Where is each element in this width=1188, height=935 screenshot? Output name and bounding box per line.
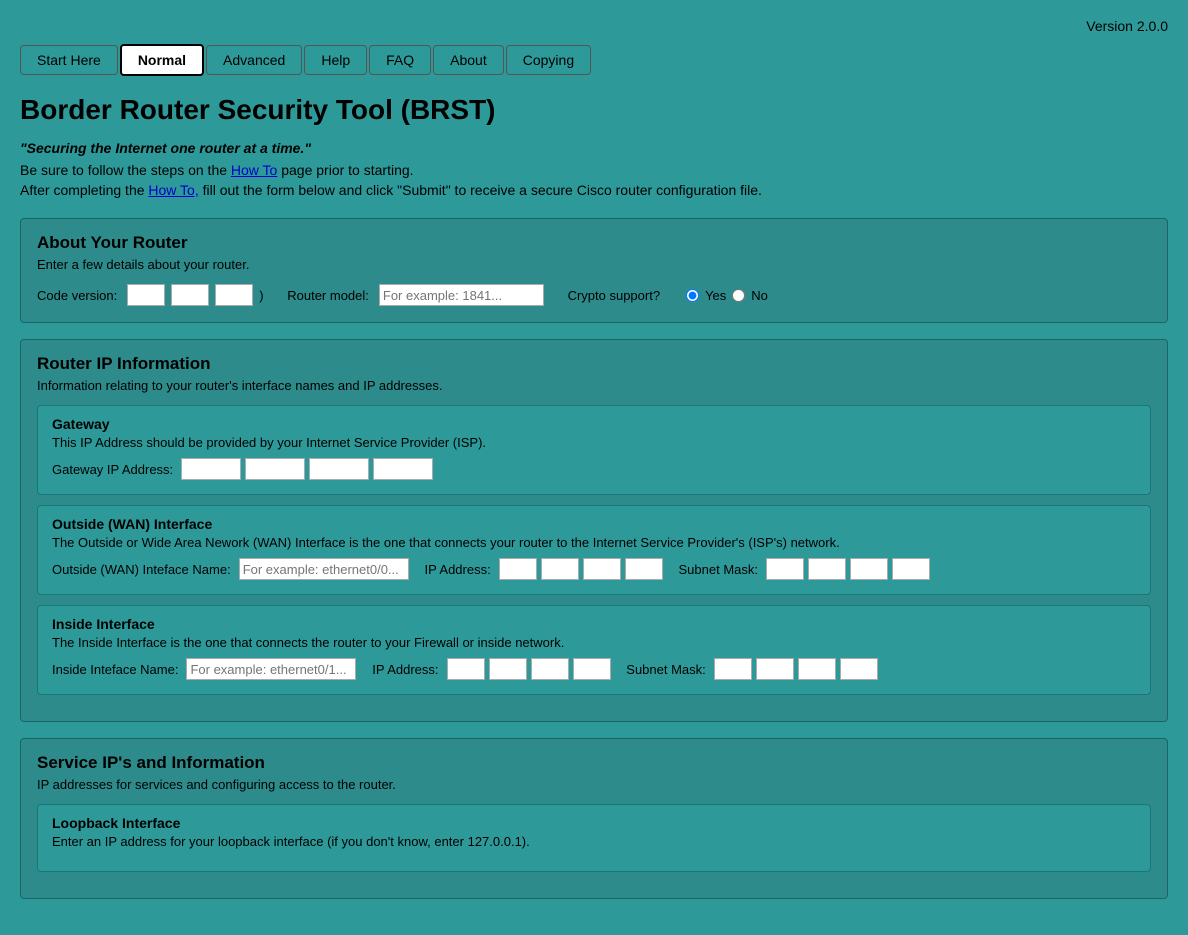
- wan-name-input[interactable]: [239, 558, 409, 580]
- inside-ip-4[interactable]: [573, 658, 611, 680]
- code-version-major[interactable]: [127, 284, 165, 306]
- loopback-title: Loopback Interface: [52, 815, 1136, 831]
- crypto-no-label: No: [751, 288, 768, 303]
- tab-bar: Start Here Normal Advanced Help FAQ Abou…: [20, 44, 1168, 76]
- inside-ip-label: IP Address:: [372, 662, 438, 677]
- page-title: Border Router Security Tool (BRST): [20, 94, 1168, 126]
- loopback-subsection: Loopback Interface Enter an IP address f…: [37, 804, 1151, 872]
- wan-ip-3[interactable]: [583, 558, 621, 580]
- tab-help[interactable]: Help: [304, 45, 367, 75]
- gateway-ip-label: Gateway IP Address:: [52, 462, 173, 477]
- code-version-minor[interactable]: [171, 284, 209, 306]
- tagline: "Securing the Internet one router at a t…: [20, 140, 1168, 156]
- inside-subnet-4[interactable]: [840, 658, 878, 680]
- crypto-label: Crypto support?: [568, 288, 661, 303]
- main-container: Version 2.0.0 Start Here Normal Advanced…: [0, 0, 1188, 935]
- inside-subnet-3[interactable]: [798, 658, 836, 680]
- wan-ip-4[interactable]: [625, 558, 663, 580]
- wan-ip-2[interactable]: [541, 558, 579, 580]
- wan-subsection: Outside (WAN) Interface The Outside or W…: [37, 505, 1151, 595]
- tab-about[interactable]: About: [433, 45, 504, 75]
- inside-ip-1[interactable]: [447, 658, 485, 680]
- wan-name-label: Outside (WAN) Inteface Name:: [52, 562, 231, 577]
- wan-desc: The Outside or Wide Area Nework (WAN) In…: [52, 535, 1136, 550]
- service-ips-desc: IP addresses for services and configurin…: [37, 777, 1151, 792]
- loopback-desc: Enter an IP address for your loopback in…: [52, 834, 1136, 849]
- version-text: Version 2.0.0: [1086, 18, 1168, 34]
- wan-ip-label: IP Address:: [424, 562, 490, 577]
- gateway-title: Gateway: [52, 416, 1136, 432]
- inside-subnet-2[interactable]: [756, 658, 794, 680]
- inside-desc: The Inside Interface is the one that con…: [52, 635, 1136, 650]
- inside-field-row: Inside Inteface Name: IP Address: Subnet…: [52, 658, 1136, 680]
- gateway-ip-row: Gateway IP Address:: [52, 458, 1136, 480]
- wan-subnet-1[interactable]: [766, 558, 804, 580]
- howto-link-1[interactable]: How To: [231, 162, 277, 178]
- gateway-ip-4[interactable]: [373, 458, 433, 480]
- router-ip-section: Router IP Information Information relati…: [20, 339, 1168, 722]
- inside-title: Inside Interface: [52, 616, 1136, 632]
- router-model-input[interactable]: [379, 284, 544, 306]
- crypto-yes-radio[interactable]: [686, 289, 699, 302]
- inside-ip-2[interactable]: [489, 658, 527, 680]
- tab-faq[interactable]: FAQ: [369, 45, 431, 75]
- instruction-line1: Be sure to follow the steps on the How T…: [20, 162, 1168, 178]
- gateway-ip-1[interactable]: [181, 458, 241, 480]
- code-version-label: Code version:: [37, 288, 117, 303]
- inside-name-label: Inside Inteface Name:: [52, 662, 178, 677]
- wan-subnet-4[interactable]: [892, 558, 930, 580]
- tab-copying[interactable]: Copying: [506, 45, 591, 75]
- wan-field-row: Outside (WAN) Inteface Name: IP Address:…: [52, 558, 1136, 580]
- about-router-title: About Your Router: [37, 233, 1151, 253]
- service-ips-title: Service IP's and Information: [37, 753, 1151, 773]
- crypto-radio-group: Yes No: [686, 288, 768, 303]
- gateway-ip-3[interactable]: [309, 458, 369, 480]
- howto-link-2[interactable]: How To,: [148, 182, 198, 198]
- wan-ip-1[interactable]: [499, 558, 537, 580]
- gateway-ip-2[interactable]: [245, 458, 305, 480]
- router-model-label: Router model:: [287, 288, 369, 303]
- wan-subnet-label: Subnet Mask:: [679, 562, 759, 577]
- tab-normal[interactable]: Normal: [120, 44, 204, 76]
- version-bar: Version 2.0.0: [20, 10, 1168, 44]
- about-router-section: About Your Router Enter a few details ab…: [20, 218, 1168, 323]
- instruction-line2: After completing the How To, fill out th…: [20, 182, 1168, 198]
- gateway-subsection: Gateway This IP Address should be provid…: [37, 405, 1151, 495]
- tab-advanced[interactable]: Advanced: [206, 45, 302, 75]
- service-ips-section: Service IP's and Information IP addresse…: [20, 738, 1168, 899]
- code-version-row: Code version: ) Router model: Crypto sup…: [37, 284, 1151, 306]
- wan-subnet-2[interactable]: [808, 558, 846, 580]
- gateway-desc: This IP Address should be provided by yo…: [52, 435, 1136, 450]
- about-router-desc: Enter a few details about your router.: [37, 257, 1151, 272]
- inside-ip-3[interactable]: [531, 658, 569, 680]
- wan-title: Outside (WAN) Interface: [52, 516, 1136, 532]
- crypto-no-radio[interactable]: [732, 289, 745, 302]
- code-version-patch[interactable]: [215, 284, 253, 306]
- wan-subnet-3[interactable]: [850, 558, 888, 580]
- tab-start-here[interactable]: Start Here: [20, 45, 118, 75]
- crypto-yes-label: Yes: [705, 288, 726, 303]
- inside-subnet-label: Subnet Mask:: [626, 662, 706, 677]
- inside-subsection: Inside Interface The Inside Interface is…: [37, 605, 1151, 695]
- router-ip-title: Router IP Information: [37, 354, 1151, 374]
- inside-subnet-1[interactable]: [714, 658, 752, 680]
- router-ip-desc: Information relating to your router's in…: [37, 378, 1151, 393]
- inside-name-input[interactable]: [186, 658, 356, 680]
